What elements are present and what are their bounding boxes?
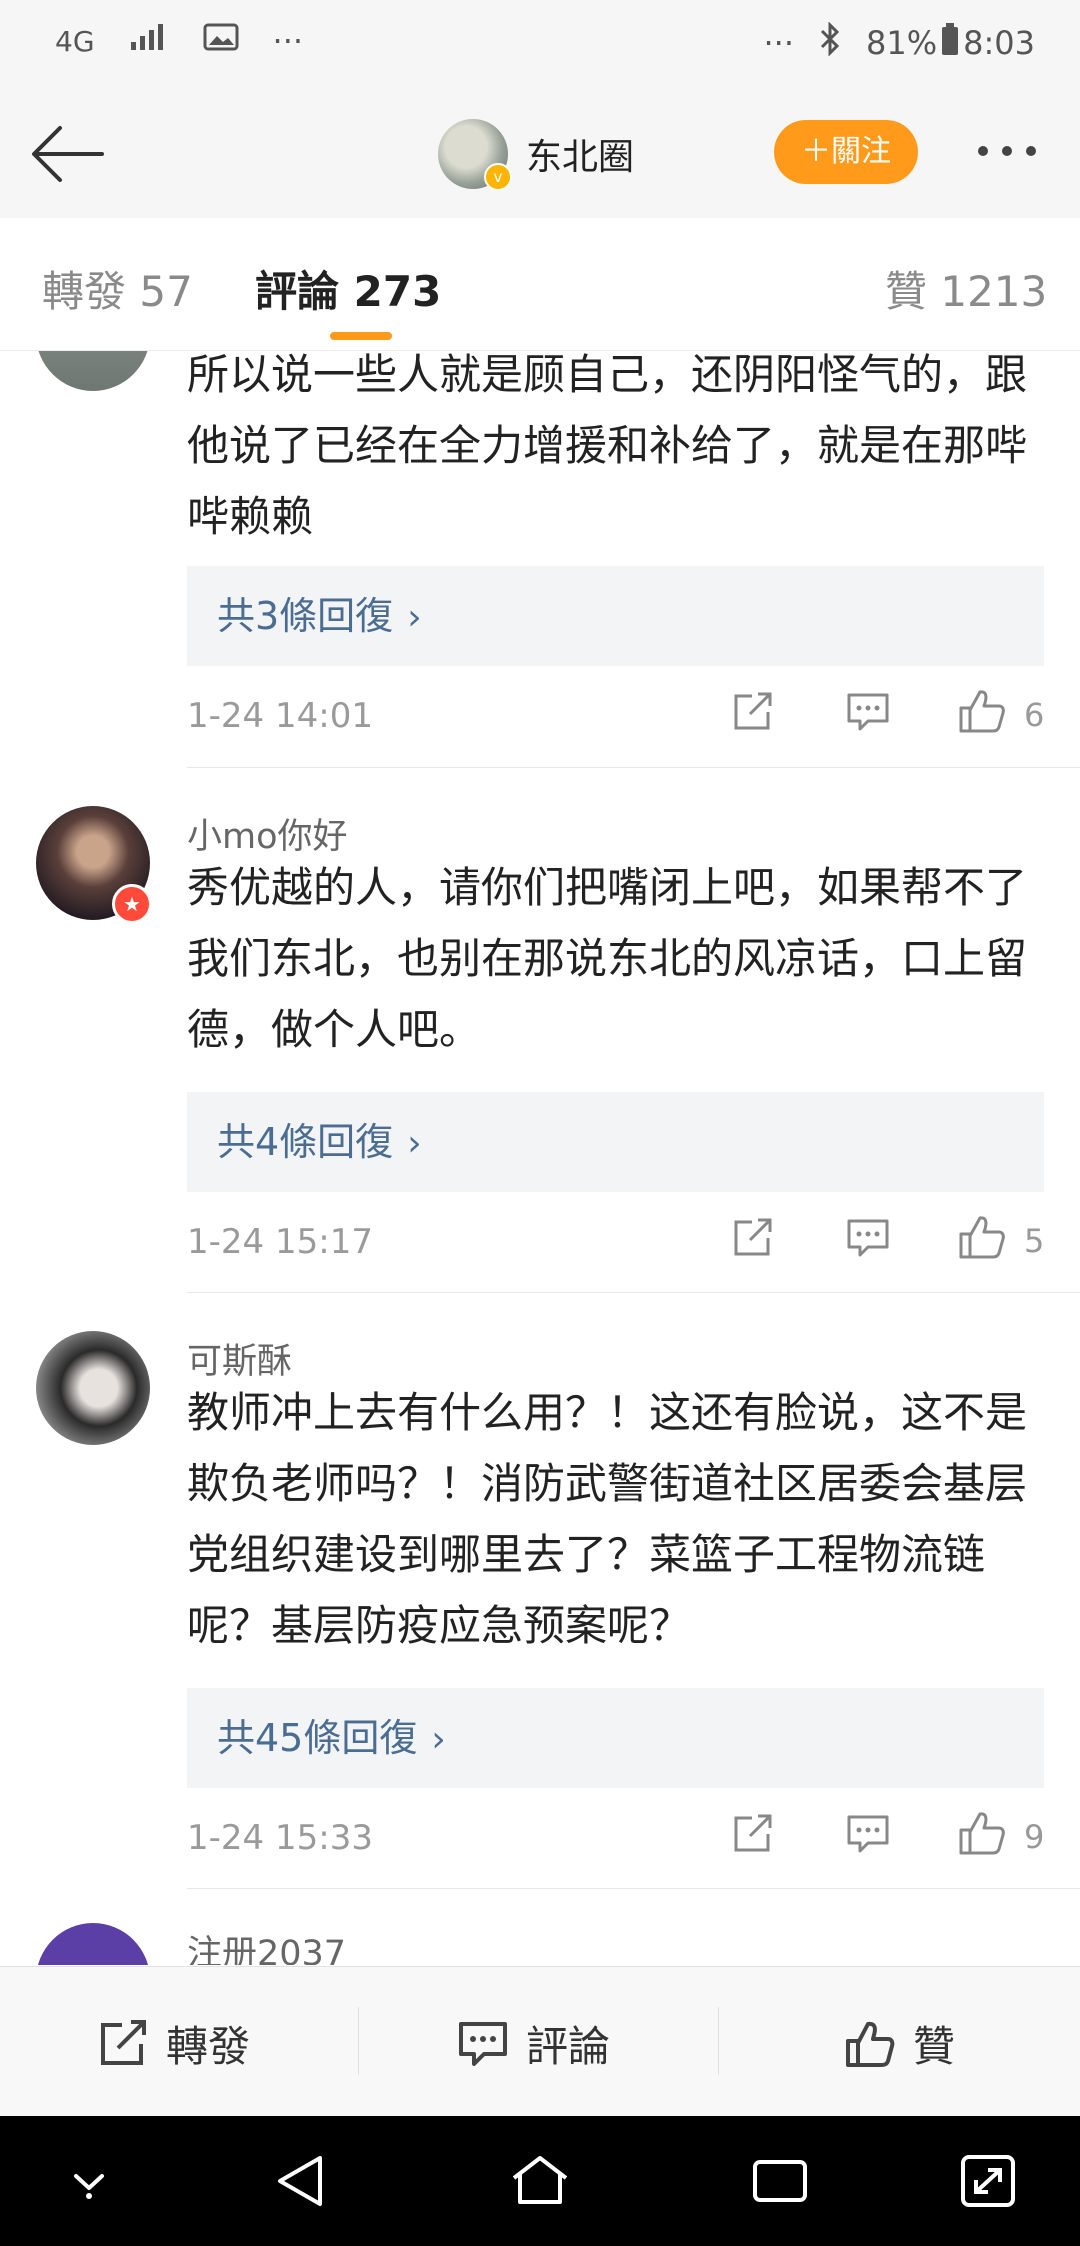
bluetooth-icon	[818, 21, 842, 64]
repost-icon	[101, 2019, 146, 2065]
comment-divider	[187, 1888, 1080, 1889]
nav-back-icon[interactable]	[272, 2152, 328, 2214]
reply-comment-icon[interactable]	[846, 1814, 890, 1858]
bottom-divider	[358, 2007, 359, 2075]
channel-avatar[interactable]: v	[438, 119, 512, 191]
like-thumb-icon[interactable]	[958, 1214, 1006, 1264]
chevron-down-icon[interactable]	[64, 2166, 114, 2206]
comment-icon	[459, 2021, 507, 2066]
comment-text: 所以说一些人就是顾自己，还阴阳怪气的，跟他说了已经在全力增援和补给了，就是在那哔…	[187, 351, 1028, 541]
chevron-right-icon: ›	[407, 597, 422, 638]
share-icon[interactable]	[730, 1218, 774, 1262]
comment-label: 評論	[526, 2022, 611, 2071]
status-more-right: ···	[763, 24, 795, 62]
replies-count-label: 共4條回復	[217, 1120, 394, 1164]
comment-time: 1-24 15:17	[187, 1222, 373, 1262]
status-bar: 4G ··· ··· 81% 8:03	[0, 0, 1080, 90]
comment-username[interactable]: 注册2037	[187, 1925, 346, 1965]
more-options-button[interactable]	[978, 136, 1050, 166]
comment-list[interactable]: 所以说一些人就是顾自己，还阴阳怪气的，跟他说了已经在全力增援和补给了，就是在那哔…	[0, 351, 1080, 1965]
back-arrow-icon	[32, 126, 104, 182]
user-avatar[interactable]	[36, 351, 150, 391]
share-icon[interactable]	[730, 1814, 774, 1858]
like-label: 贊	[913, 2022, 956, 2071]
comment-actions: 9	[730, 1812, 1060, 1874]
chevron-right-icon: ›	[407, 1123, 422, 1164]
like-thumb-icon[interactable]	[958, 688, 1006, 738]
like-count: 5	[1024, 1222, 1045, 1260]
top-bar: v 东北圈 ＋關注	[0, 90, 1080, 219]
more-dot-icon	[1002, 146, 1012, 156]
share-icon[interactable]	[730, 692, 774, 736]
chevron-right-icon: ›	[431, 1719, 446, 1760]
tab-bar: 轉發 57 評論 273 贊 1213	[0, 218, 1080, 351]
user-badge-icon: ★	[112, 884, 152, 924]
nav-recents-icon[interactable]	[750, 2152, 810, 2214]
replies-count-label: 共45條回復	[217, 1716, 418, 1760]
comment-time: 1-24 14:01	[187, 696, 373, 736]
channel-header[interactable]: v 东北圈	[438, 118, 634, 191]
like-count: 6	[1024, 696, 1045, 734]
tab-likes[interactable]: 贊 1213	[885, 258, 1047, 319]
gallery-icon	[203, 22, 239, 60]
expand-icon[interactable]	[958, 2152, 1018, 2214]
reply-comment-icon[interactable]	[846, 692, 890, 736]
nav-home-icon[interactable]	[508, 2152, 572, 2214]
bottom-action-bar: 轉發 評論 贊	[0, 1966, 1080, 2117]
view-replies-button[interactable]: 共45條回復 ›	[187, 1688, 1044, 1788]
back-button[interactable]	[28, 118, 108, 190]
comment-text: 教师冲上去有什么用？！这还有脸说，这不是欺负老师吗？！消防武警街道社区居委会基层…	[187, 1388, 1028, 1650]
replies-count-label: 共3條回復	[217, 594, 394, 638]
clock: 8:03	[963, 24, 1035, 62]
tab-comments[interactable]: 評論 273	[255, 258, 441, 319]
status-more-left: ···	[272, 22, 304, 60]
user-avatar[interactable]: ★	[36, 806, 152, 924]
follow-button[interactable]: ＋關注	[774, 120, 918, 184]
user-avatar[interactable]	[36, 1331, 150, 1445]
view-replies-button[interactable]: 共4條回復 ›	[187, 1092, 1044, 1192]
more-dot-icon	[978, 146, 988, 156]
comment-time: 1-24 15:33	[187, 1818, 373, 1858]
repost-button[interactable]: 轉發	[98, 2013, 250, 2074]
like-thumb-icon[interactable]	[958, 1810, 1006, 1860]
tab-reposts[interactable]: 轉發 57	[42, 258, 193, 319]
network-type: 4G	[55, 24, 95, 58]
comment-actions: 5	[730, 1216, 1060, 1278]
comment-divider	[187, 767, 1080, 768]
more-dot-icon	[1026, 146, 1036, 156]
comment-button[interactable]: 評論	[458, 2013, 610, 2074]
bottom-divider	[718, 2007, 719, 2075]
signal-icon	[129, 22, 169, 60]
battery-percent: 81%	[866, 24, 938, 62]
active-tab-indicator	[330, 332, 392, 340]
comment-text: 秀优越的人，请你们把嘴闭上吧，如果帮不了我们东北，也别在那说东北的风凉话，口上留…	[187, 863, 1028, 1054]
like-count: 9	[1024, 1818, 1045, 1856]
battery-icon	[941, 22, 959, 64]
like-icon	[846, 2021, 895, 2067]
like-button[interactable]: 贊	[845, 2013, 955, 2074]
verified-badge-icon: v	[484, 163, 512, 191]
user-avatar[interactable]	[36, 1923, 150, 1965]
repost-label: 轉發	[166, 2022, 251, 2071]
reply-comment-icon[interactable]	[846, 1218, 890, 1262]
comment-divider	[187, 1292, 1080, 1293]
channel-title[interactable]: 东北圈	[526, 128, 634, 180]
system-nav-bar	[0, 2116, 1080, 2246]
view-replies-button[interactable]: 共3條回復 ›	[187, 566, 1044, 666]
comment-actions: 6	[730, 690, 1060, 752]
